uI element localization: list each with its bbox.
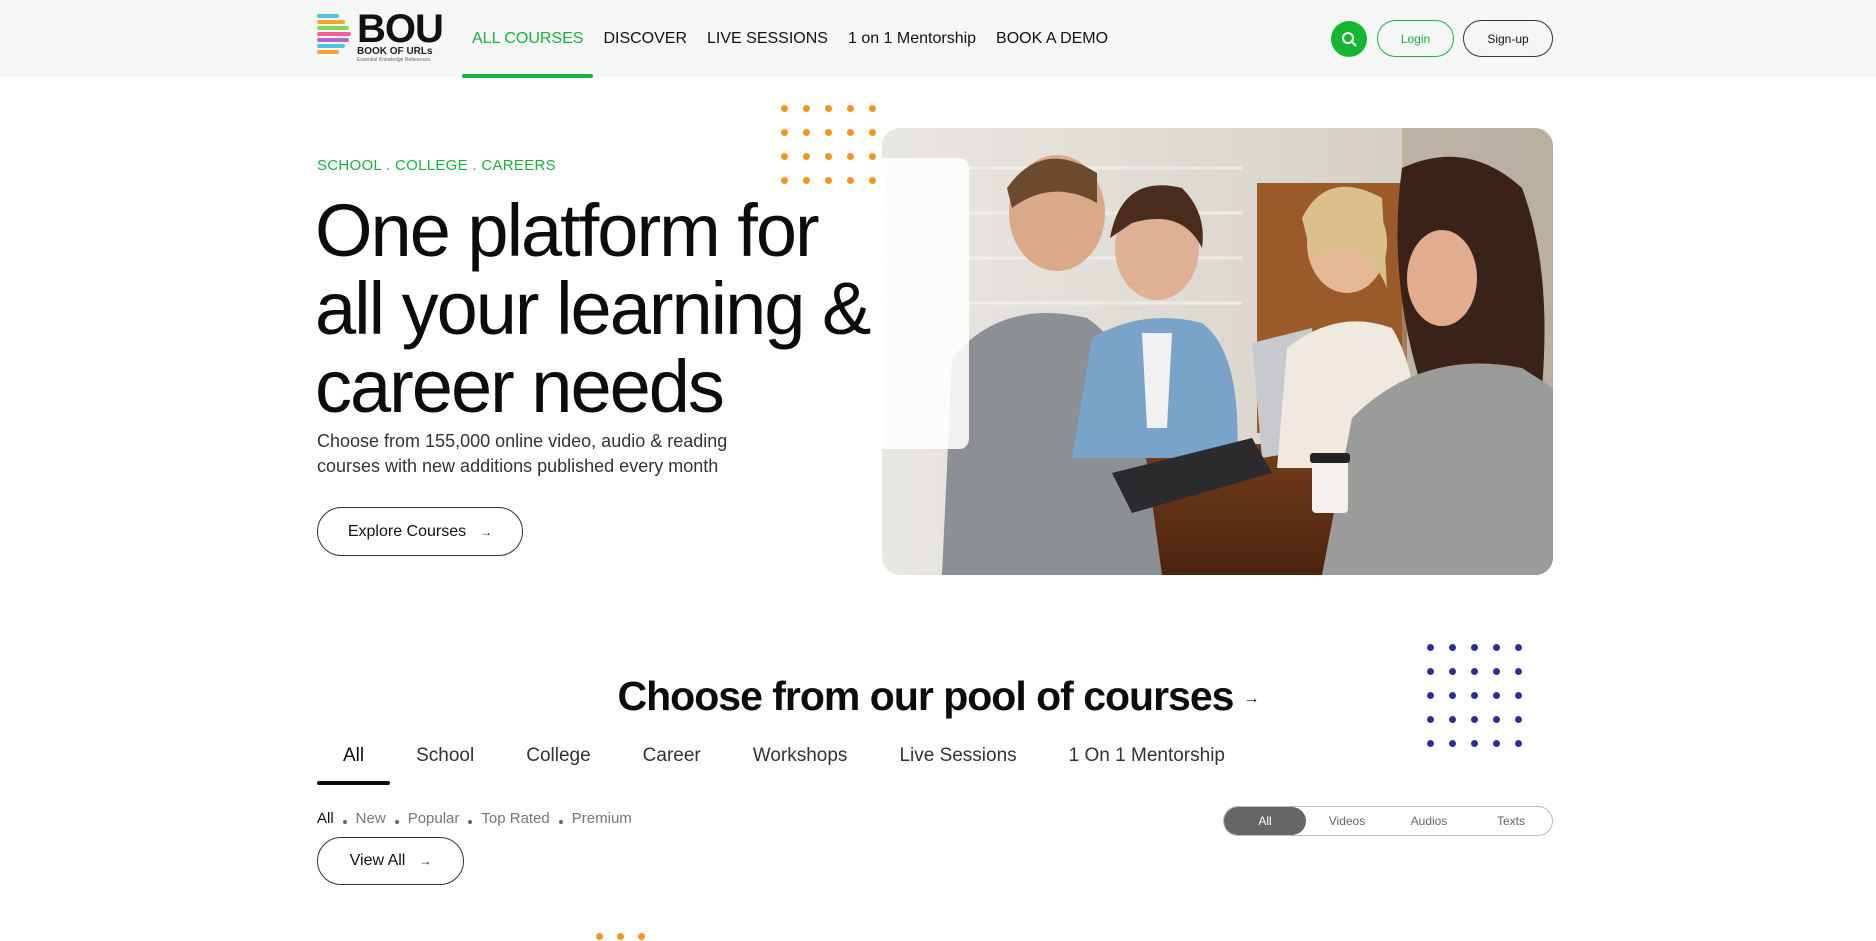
filter-new[interactable]: New	[356, 810, 386, 827]
media-all[interactable]: All	[1224, 807, 1306, 835]
media-texts[interactable]: Texts	[1470, 807, 1552, 835]
explore-courses-button[interactable]: Explore Courses →	[317, 507, 523, 556]
search-button[interactable]	[1331, 21, 1367, 57]
arrow-right-icon: →	[419, 854, 432, 868]
hero-description: Choose from 155,000 online video, audio …	[317, 431, 728, 476]
course-filters: All New Popular Top Rated Premium	[317, 810, 632, 827]
media-type-toggle: All Videos Audios Texts	[1223, 806, 1553, 836]
courses-section-title[interactable]: Choose from our pool of courses →	[0, 673, 1876, 720]
separator-dot	[394, 819, 399, 824]
tab-mentorship[interactable]: 1 On 1 Mentorship	[1069, 737, 1225, 785]
logo-wordmark: BOU	[357, 7, 444, 51]
filter-all[interactable]: All	[317, 810, 334, 827]
search-icon	[1342, 32, 1357, 47]
hero-image	[882, 128, 1553, 575]
tab-live-sessions[interactable]: Live Sessions	[899, 737, 1016, 785]
hero-title-line-2: all your learning &	[315, 267, 871, 350]
hero-title: One platform for all your learning & car…	[315, 192, 975, 426]
filter-premium[interactable]: Premium	[572, 810, 632, 827]
logo[interactable]: BOU BOOK OF URLs Essential Knowledge Ref…	[317, 7, 447, 66]
tab-career[interactable]: Career	[643, 737, 701, 785]
separator-dot	[342, 819, 347, 824]
media-audios[interactable]: Audios	[1388, 807, 1470, 835]
tab-workshops[interactable]: Workshops	[753, 737, 848, 785]
main-nav: ALL COURSES DISCOVER LIVE SESSIONS 1 on …	[462, 0, 1118, 78]
logo-mark-icon	[317, 12, 351, 56]
nav-discover[interactable]: DISCOVER	[593, 0, 697, 78]
site-header: BOU BOOK OF URLs Essential Knowledge Ref…	[0, 0, 1876, 78]
decorative-dots-orange	[781, 105, 876, 184]
view-all-label: View All	[349, 852, 406, 869]
course-category-tabs: All School College Career Workshops Live…	[317, 737, 1277, 785]
hero-title-line-1: One platform for	[315, 189, 820, 272]
logo-tagline: Essential Knowledge References	[357, 57, 431, 63]
separator-dot	[558, 819, 563, 824]
tab-college[interactable]: College	[526, 737, 590, 785]
nav-live-sessions[interactable]: LIVE SESSIONS	[697, 0, 838, 78]
nav-mentorship[interactable]: 1 on 1 Mentorship	[838, 0, 986, 78]
nav-book-demo[interactable]: BOOK A DEMO	[986, 0, 1118, 78]
separator-dot	[468, 819, 473, 824]
nav-all-courses[interactable]: ALL COURSES	[462, 0, 594, 78]
tab-all[interactable]: All	[317, 737, 391, 785]
arrow-right-icon: →	[480, 524, 493, 539]
filter-popular[interactable]: Popular	[408, 810, 460, 827]
filter-top-rated[interactable]: Top Rated	[481, 810, 549, 827]
tab-school[interactable]: School	[416, 737, 474, 785]
hero-title-line-3: career needs	[315, 345, 725, 428]
logo-subtitle: BOOK OF URLs	[357, 46, 433, 57]
decorative-dots-orange-small	[596, 933, 645, 940]
view-all-button[interactable]: View All →	[317, 837, 464, 885]
hero-eyebrow: SCHOOL . COLLEGE . CAREERS	[317, 157, 556, 174]
explore-courses-label: Explore Courses	[347, 522, 467, 540]
signup-button[interactable]: Sign-up	[1463, 20, 1553, 57]
media-videos[interactable]: Videos	[1306, 807, 1388, 835]
login-button[interactable]: Login	[1377, 20, 1454, 57]
courses-section-title-text: Choose from our pool of courses	[617, 673, 1235, 719]
arrow-right-icon: →	[1243, 690, 1259, 708]
